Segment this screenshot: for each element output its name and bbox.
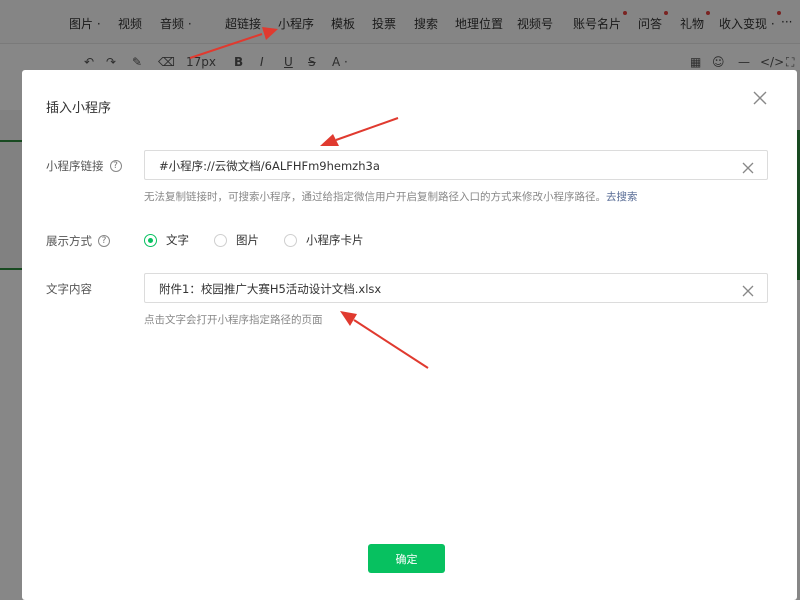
text-content-hint: 点击文字会打开小程序指定路径的页面 <box>144 314 323 326</box>
radio-selected-icon <box>144 233 157 247</box>
help-icon[interactable]: ? <box>98 235 110 247</box>
radio-mini-program-card[interactable]: 小程序卡片 <box>284 232 364 248</box>
search-link[interactable]: 去搜索 <box>606 191 638 203</box>
clear-icon[interactable] <box>742 282 754 297</box>
help-icon[interactable]: ? <box>109 160 122 172</box>
text-content-label: 文字内容 <box>46 282 92 296</box>
link-hint: 无法复制链接时，可搜索小程序，通过给指定微信用户开启复制路径入口的方式来修改小程… <box>144 191 638 203</box>
link-label: 小程序链接 ? <box>46 158 122 174</box>
radio-text[interactable]: 文字 <box>144 232 189 248</box>
dialog-title: 插入小程序 <box>46 101 112 116</box>
radio-unselected-icon <box>284 233 297 247</box>
link-value: #小程序://云微文档/6ALFHFm9hemzh3a <box>159 159 380 173</box>
confirm-button[interactable]: 确定 <box>368 544 445 573</box>
insert-mini-program-dialog: 插入小程序 小程序链接 ? #小程序://云微文档/6ALFHFm9hemzh3… <box>22 70 797 600</box>
radio-image[interactable]: 图片 <box>214 232 259 248</box>
close-icon[interactable] <box>751 89 769 107</box>
mini-program-link-input[interactable]: #小程序://云微文档/6ALFHFm9hemzh3a <box>144 150 768 180</box>
clear-icon[interactable] <box>742 159 754 174</box>
text-content-value: 附件1：校园推广大赛H5活动设计文档.xlsx <box>159 282 382 296</box>
text-content-input[interactable]: 附件1：校园推广大赛H5活动设计文档.xlsx <box>144 273 768 303</box>
display-label: 展示方式 ? <box>46 233 110 249</box>
radio-unselected-icon <box>214 233 227 247</box>
